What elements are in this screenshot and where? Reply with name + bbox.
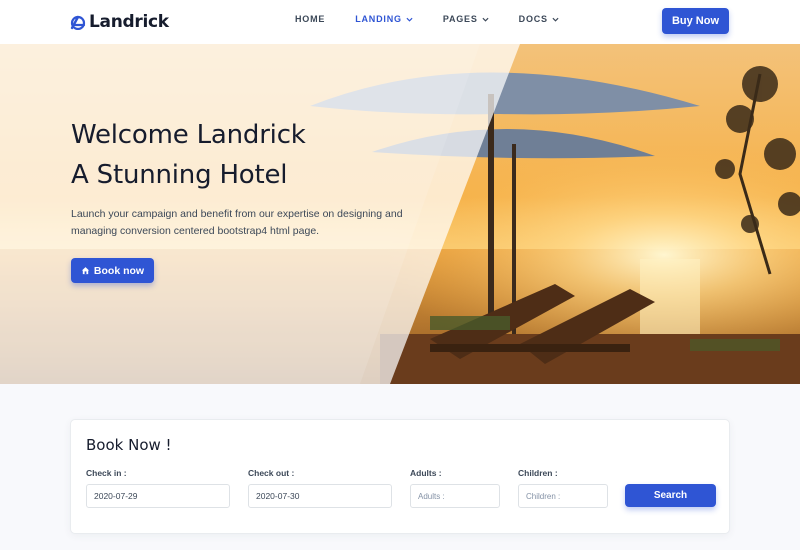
checkin-label: Check in :	[86, 468, 127, 478]
home-icon	[81, 267, 90, 275]
book-now-label: Book now	[93, 264, 145, 277]
nav-item-landing[interactable]: LANDING	[355, 14, 413, 24]
nav-item-label: LANDING	[355, 14, 402, 24]
search-button[interactable]: Search	[625, 484, 716, 507]
top-navbar: Landrick HOME LANDING PAGES DOCS Buy Now	[0, 0, 800, 44]
brand-name: Landrick	[89, 12, 169, 32]
nav-item-docs[interactable]: DOCS	[519, 14, 559, 24]
hero-title-line1: Welcome Landrick	[71, 120, 306, 150]
hero-description: Launch your campaign and benefit from ou…	[71, 208, 403, 237]
book-now-button[interactable]: Book now	[71, 258, 154, 283]
hero-title-line2: A Stunning Hotel	[71, 160, 288, 190]
nav-item-label: HOME	[295, 14, 326, 24]
children-label: Children :	[518, 468, 558, 478]
chevron-down-icon	[482, 17, 489, 22]
nav-item-label: DOCS	[518, 14, 548, 24]
adults-field[interactable]: Adults :	[410, 484, 500, 508]
checkout-date-field[interactable]: 2020-07-30	[248, 484, 392, 508]
chevron-down-icon	[406, 17, 413, 22]
brand-logo[interactable]: Landrick	[70, 10, 169, 34]
nav-item-pages[interactable]: PAGES	[443, 14, 489, 24]
checkin-date-field[interactable]: 2020-07-29	[86, 484, 230, 508]
landrick-logo-icon	[70, 15, 86, 30]
booking-card: Book Now ! Check in : 2020-07-29 Check o…	[70, 419, 730, 534]
chevron-down-icon	[552, 17, 559, 22]
adults-label: Adults :	[410, 468, 442, 478]
main-nav: HOME LANDING PAGES DOCS	[295, 14, 589, 24]
buy-now-button[interactable]: Buy Now	[662, 8, 729, 34]
nav-item-label: PAGES	[442, 14, 478, 24]
checkout-label: Check out :	[248, 468, 295, 478]
hero-section: Welcome Landrick A Stunning Hotel Launch…	[0, 44, 800, 384]
children-field[interactable]: Children :	[518, 484, 608, 508]
nav-item-home[interactable]: HOME	[295, 14, 325, 24]
booking-title: Book Now !	[86, 436, 172, 454]
